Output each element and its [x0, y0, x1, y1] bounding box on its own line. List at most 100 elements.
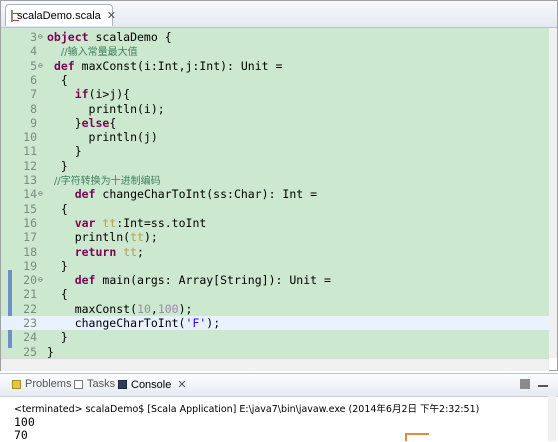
- code-token: else: [81, 115, 110, 130]
- console-status: <terminated> scalaDemo$ [Scala Applicati…: [14, 404, 480, 415]
- editor-vertical-scrollbar[interactable]: [549, 28, 557, 358]
- code-token: changeCharToInt(ss:Char): Int =: [95, 187, 318, 202]
- code-token: tt: [123, 244, 138, 259]
- code-token: println(j): [47, 130, 158, 145]
- editor-horizontal-scrollbar[interactable]: [1, 358, 549, 371]
- code-text: println(j): [47, 130, 158, 144]
- tasks-icon: [74, 379, 83, 389]
- code-line[interactable]: 3 ⊖ object scalaDemo {: [1, 30, 549, 44]
- code-token: 'F': [185, 316, 207, 330]
- code-token: var: [74, 215, 96, 230]
- line-number: 25: [23, 344, 37, 358]
- code-line[interactable]: 19 }: [1, 259, 549, 273]
- code-text: def maxConst(i:Int,j:Int): Unit =: [47, 58, 283, 73]
- code-line[interactable]: 4 //输入常量最大值: [1, 44, 549, 58]
- code-line[interactable]: 14 ⊖ def changeCharToInt(ss:Char): Int =: [1, 187, 549, 201]
- code-token: }: [47, 115, 82, 130]
- code-token: 100: [157, 301, 179, 316]
- code-token: tt: [130, 230, 144, 245]
- close-console-icon[interactable]: ✕: [177, 378, 186, 391]
- code-token: ;: [137, 244, 144, 259]
- code-token: object: [47, 30, 89, 44]
- fold-toggle-icon[interactable]: ⊖: [38, 273, 43, 287]
- editor-tab-label: scalaDemo.scala: [17, 9, 101, 22]
- code-line[interactable]: 13 //字符转换为十进制编码: [1, 173, 549, 187]
- tab-console-label: Console: [131, 378, 172, 391]
- code-line[interactable]: 25}: [1, 345, 549, 358]
- line-number: 14: [23, 187, 37, 202]
- code-token: return: [74, 244, 117, 259]
- code-text: changeCharToInt('F');: [47, 316, 220, 330]
- code-text: {: [47, 202, 68, 216]
- code-token: changeCharToInt(: [47, 316, 186, 330]
- fold-toggle-icon[interactable]: ⊖: [38, 30, 43, 44]
- code-line[interactable]: 15 {: [1, 202, 549, 216]
- console-vertical-scrollbar[interactable]: [548, 396, 556, 441]
- code-line[interactable]: 6 {: [1, 73, 549, 87]
- code-line[interactable]: 23 changeCharToInt('F');: [1, 316, 549, 331]
- code-token: def: [74, 187, 96, 202]
- code-text: {: [47, 73, 68, 87]
- code-token: maxConst(i:Int,j:Int): Unit =: [74, 58, 283, 73]
- editor-tab[interactable]: scalaDemo.scala ✕: [5, 4, 116, 26]
- code-line[interactable]: 21 {: [1, 287, 549, 301]
- code-token: main(args: Array[String]): Unit =: [95, 273, 331, 288]
- code-token: );: [206, 316, 221, 330]
- code-token: def: [74, 273, 96, 288]
- line-number: 15: [23, 201, 37, 216]
- code-text: object scalaDemo {: [47, 30, 172, 44]
- console-icon: [118, 380, 127, 389]
- code-line[interactable]: 8 println(i);: [1, 102, 549, 116]
- code-line[interactable]: 20 ⊖ def main(args: Array[String]): Unit …: [1, 273, 549, 287]
- code-text: }: [47, 159, 68, 173]
- tab-problems[interactable]: Problems: [12, 378, 71, 390]
- line-number: 5: [30, 58, 37, 73]
- code-token: def: [53, 58, 75, 73]
- code-token: println(i);: [47, 101, 165, 116]
- line-number: 12: [23, 158, 37, 173]
- code-line[interactable]: 10 println(j): [1, 130, 549, 144]
- code-line[interactable]: 18 return tt;: [1, 245, 549, 259]
- tab-console[interactable]: Console ✕: [118, 378, 187, 391]
- minimize-icon[interactable]: [538, 385, 548, 387]
- code-text: return tt;: [47, 245, 144, 259]
- code-line[interactable]: 11 }: [1, 144, 549, 158]
- code-editor[interactable]: 3 ⊖ object scalaDemo {4 //输入常量最大值 5 ⊖ def ma…: [1, 28, 549, 358]
- code-line[interactable]: 12 }: [1, 159, 549, 173]
- code-token: :Int=ss.toInt: [116, 215, 207, 230]
- code-token: }: [47, 344, 54, 358]
- code-token: }: [47, 330, 68, 345]
- code-line[interactable]: 22 maxConst(10,100);: [1, 302, 549, 316]
- line-number: 23: [23, 316, 37, 330]
- tab-tasks[interactable]: Tasks: [74, 378, 115, 390]
- code-text: var tt:Int=ss.toInt: [47, 215, 207, 230]
- line-number: 18: [23, 244, 37, 259]
- code-line[interactable]: 17 println(tt);: [1, 230, 549, 244]
- editor-panel: scalaDemo.scala ✕ 3 ⊖ object scalaDemo {4 …: [0, 0, 558, 371]
- code-line[interactable]: 7 if(i>j){: [1, 87, 549, 101]
- code-line[interactable]: 5 ⊖ def maxConst(i:Int,j:Int): Unit =: [1, 59, 549, 73]
- code-text: def changeCharToInt(ss:Char): Int =: [47, 187, 317, 201]
- problems-icon: [12, 379, 21, 389]
- code-text: }: [47, 330, 68, 344]
- stop-icon[interactable]: [520, 379, 530, 389]
- console-tab-bar: Problems Tasks Console ✕: [0, 373, 558, 397]
- line-number: 8: [30, 101, 37, 116]
- code-line[interactable]: 9 }else{: [1, 116, 549, 130]
- code-text: }: [47, 259, 68, 273]
- fold-toggle-icon[interactable]: ⊖: [38, 187, 43, 201]
- code-line[interactable]: 24 }: [1, 330, 549, 344]
- fold-toggle-icon[interactable]: ⊖: [38, 59, 43, 73]
- tab-problems-label: Problems: [25, 378, 72, 390]
- line-number: 11: [23, 144, 37, 159]
- code-token: );: [143, 230, 158, 245]
- code-token: {: [109, 115, 117, 130]
- code-text: }: [47, 345, 54, 358]
- code-line[interactable]: 16 var tt:Int=ss.toInt: [1, 216, 549, 230]
- close-tab-icon[interactable]: ✕: [107, 9, 116, 22]
